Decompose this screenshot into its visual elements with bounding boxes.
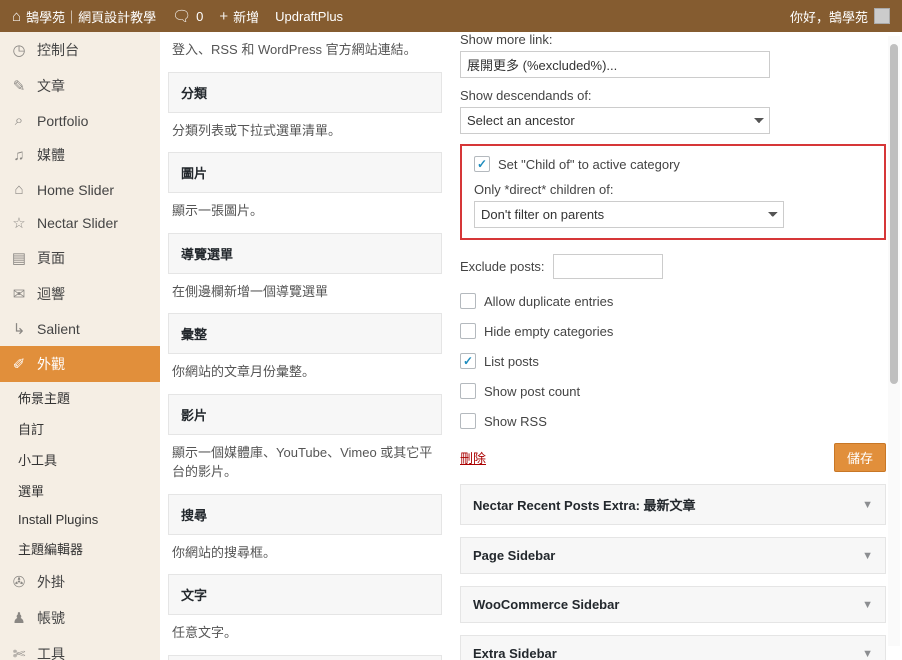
sidebar-subitem[interactable]: Install Plugins: [0, 506, 160, 533]
chevron-down-icon: ▼: [862, 499, 873, 511]
option-checkbox[interactable]: [460, 293, 476, 309]
sidebar-subitem[interactable]: 小工具: [0, 444, 160, 475]
sidebar-item[interactable]: ♟帳號: [0, 600, 160, 636]
menu-icon: ⌂: [10, 181, 28, 198]
widget-description: 你網站的文章月份彙整。: [168, 354, 442, 386]
delete-link[interactable]: 刪除: [460, 448, 486, 467]
exclude-label: Exclude posts:: [460, 259, 545, 274]
widget-head[interactable]: 彙整: [168, 313, 442, 354]
menu-icon: ♫: [10, 147, 28, 164]
plus-icon: +: [219, 8, 228, 25]
sidebar-subitem[interactable]: 佈景主題: [0, 382, 160, 413]
widget-head[interactable]: 圖片: [168, 152, 442, 193]
panel-page-sidebar[interactable]: Page Sidebar▼: [460, 537, 886, 574]
show-more-input[interactable]: [460, 51, 770, 78]
highlighted-options: Set "Child of" to active category Only *…: [460, 144, 886, 240]
widget-head[interactable]: 影片: [168, 394, 442, 435]
widget-description: 在側邊欄新增一個導覽選單: [168, 274, 442, 306]
exclude-input[interactable]: [553, 254, 663, 279]
menu-icon: ⌕: [10, 112, 28, 129]
scroll-thumb[interactable]: [890, 44, 898, 384]
sidebar-item[interactable]: ✉迴響: [0, 276, 160, 312]
set-child-checkbox[interactable]: [474, 156, 490, 172]
chevron-down-icon: ▼: [862, 550, 873, 562]
option-checkbox[interactable]: [460, 383, 476, 399]
home-icon: ⌂: [12, 8, 21, 25]
new-link[interactable]: +新增: [219, 7, 259, 26]
menu-icon: ✐: [10, 355, 28, 373]
sidebar-item[interactable]: ✎文章: [0, 68, 160, 104]
sidebar-item[interactable]: ✄工具: [0, 636, 160, 660]
sidebar-item[interactable]: ♫媒體: [0, 137, 160, 173]
sidebar-item[interactable]: ↳Salient: [0, 312, 160, 346]
widget-head[interactable]: 導覽選單: [168, 233, 442, 274]
menu-icon: ♟: [10, 609, 28, 627]
sidebar-item[interactable]: ⌂Home Slider: [0, 173, 160, 206]
admin-sidebar: ◷控制台✎文章⌕Portfolio♫媒體⌂Home Slider☆Nectar …: [0, 32, 160, 660]
option-label: List posts: [484, 354, 539, 369]
scrollbar[interactable]: [888, 36, 900, 646]
show-more-label: Show more link:: [460, 32, 886, 47]
option-checkbox[interactable]: [460, 353, 476, 369]
direct-children-select[interactable]: Don't filter on parents: [474, 201, 784, 228]
menu-icon: ✇: [10, 573, 28, 591]
descendants-select[interactable]: Select an ancestor: [460, 107, 770, 134]
panel-woo-sidebar[interactable]: WooCommerce Sidebar▼: [460, 586, 886, 623]
option-label: Show post count: [484, 384, 580, 399]
set-child-label: Set "Child of" to active category: [498, 157, 680, 172]
descendants-label: Show descendands of:: [460, 88, 886, 103]
avatar[interactable]: [874, 8, 890, 24]
widget-head[interactable]: 搜尋: [168, 494, 442, 535]
panel-recent-posts[interactable]: Nectar Recent Posts Extra: 最新文章▼: [460, 484, 886, 525]
menu-icon: ✉: [10, 285, 28, 303]
widget-description: 登入、RSS 和 WordPress 官方網站連結。: [168, 32, 442, 64]
menu-icon: ↳: [10, 320, 28, 338]
menu-icon: ✎: [10, 77, 28, 95]
chevron-down-icon: ▼: [862, 599, 873, 611]
widget-head[interactable]: 分類: [168, 72, 442, 113]
widget-description: 顯示一個媒體庫、YouTube、Vimeo 或其它平台的影片。: [168, 435, 442, 486]
widget-head[interactable]: 文字: [168, 574, 442, 615]
sidebar-subitem[interactable]: 選單: [0, 475, 160, 506]
sidebar-subitem[interactable]: 自訂: [0, 413, 160, 444]
admin-bar: ⌂鵠學苑｜網頁設計教學 🗨0 +新增 UpdraftPlus 你好，鵠學苑: [0, 0, 902, 32]
comment-icon: 🗨: [172, 7, 191, 25]
widget-description: 顯示一張圖片。: [168, 193, 442, 225]
sidebar-item[interactable]: ⌕Portfolio: [0, 104, 160, 137]
menu-icon: ▤: [10, 249, 28, 267]
widget-settings: Show more link: Show descendands of: Sel…: [450, 32, 902, 660]
available-widgets: 登入、RSS 和 WordPress 官方網站連結。分類分類列表或下拉式選單清單…: [160, 32, 450, 660]
sidebar-item[interactable]: ✇外掛: [0, 564, 160, 600]
option-checkbox[interactable]: [460, 413, 476, 429]
save-button[interactable]: 儲存: [834, 443, 886, 472]
sidebar-item[interactable]: ✐外觀: [0, 346, 160, 382]
direct-children-label: Only *direct* children of:: [474, 182, 872, 197]
sidebar-item[interactable]: ☆Nectar Slider: [0, 206, 160, 240]
menu-icon: ☆: [10, 214, 28, 232]
option-label: Show RSS: [484, 414, 547, 429]
widget-description: 任意文字。: [168, 615, 442, 647]
widget-description: 你網站的搜尋框。: [168, 535, 442, 567]
sidebar-item[interactable]: ▤頁面: [0, 240, 160, 276]
option-label: Hide empty categories: [484, 324, 613, 339]
greeting-text[interactable]: 你好，鵠學苑: [790, 7, 868, 26]
panel-extra-sidebar[interactable]: Extra Sidebar▼: [460, 635, 886, 660]
menu-icon: ◷: [10, 41, 28, 59]
option-label: Allow duplicate entries: [484, 294, 613, 309]
comments-link[interactable]: 🗨0: [172, 7, 203, 25]
site-link[interactable]: ⌂鵠學苑｜網頁設計教學: [12, 7, 156, 26]
widget-description: 分類列表或下拉式選單清單。: [168, 113, 442, 145]
chevron-down-icon: ▼: [862, 648, 873, 660]
updraft-link[interactable]: UpdraftPlus: [275, 9, 343, 24]
option-checkbox[interactable]: [460, 323, 476, 339]
sidebar-subitem[interactable]: 主題編輯器: [0, 533, 160, 564]
sidebar-item[interactable]: ◷控制台: [0, 32, 160, 68]
widget-head[interactable]: 月曆: [168, 655, 442, 660]
menu-icon: ✄: [10, 645, 28, 660]
